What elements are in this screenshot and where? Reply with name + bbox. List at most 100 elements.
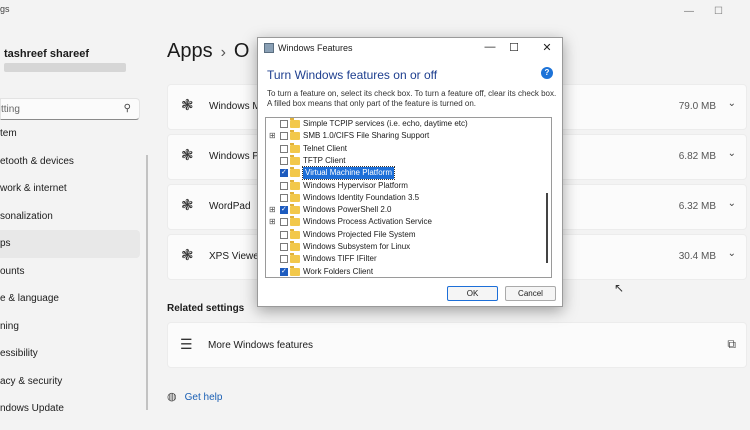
feature-size: 6.82 MB	[678, 151, 716, 162]
checkbox[interactable]	[280, 156, 288, 165]
tree-item-label: Windows PowerShell 2.0	[303, 205, 392, 215]
checkbox[interactable]	[280, 167, 288, 179]
windows-features-dialog: Windows Features — ☐ ✕ Turn Windows feat…	[257, 37, 563, 307]
folder-icon	[290, 253, 300, 264]
tree-scrollbar[interactable]	[546, 193, 548, 263]
sidebar-item-accounts[interactable]: ounts	[0, 258, 140, 286]
folder-icon	[290, 118, 300, 128]
tree-item-label: Telnet Client	[303, 143, 348, 153]
dialog-titlebar[interactable]: Windows Features — ☐ ✕	[258, 38, 562, 60]
close-icon[interactable]: ✕	[537, 41, 557, 54]
chevron-down-icon[interactable]: ⌄	[728, 198, 736, 209]
checkbox[interactable]	[280, 204, 288, 216]
minimize-icon[interactable]: —	[480, 41, 500, 53]
tree-item[interactable]: ⊞ Windows PowerShell 2.0	[266, 204, 541, 216]
tree-item[interactable]: Windows Hypervisor Platform	[266, 179, 541, 192]
sidebar-item-time-language[interactable]: e & language	[0, 285, 140, 313]
breadcrumb: Apps › O	[167, 40, 249, 63]
tree-item[interactable]: Simple TCPIP services (i.e. echo, daytim…	[266, 118, 541, 130]
chevron-down-icon[interactable]: ⌄	[728, 248, 736, 259]
expand-icon[interactable]: ⊞	[269, 130, 277, 142]
checkbox[interactable]	[280, 218, 288, 227]
folder-icon	[290, 204, 300, 215]
tree-item[interactable]: Telnet Client	[266, 142, 541, 155]
checkbox[interactable]	[280, 120, 288, 128]
related-settings-heading: Related settings	[167, 303, 245, 314]
feature-name: Windows M	[209, 101, 261, 112]
puzzle-icon: ❃	[181, 147, 194, 164]
folder-icon	[290, 216, 300, 227]
tree-item-label: Virtual Machine Platform	[302, 166, 395, 181]
more-windows-features-button[interactable]: ☰ More Windows features ⧉	[167, 322, 747, 368]
tree-item[interactable]: TFTP Client	[266, 154, 541, 167]
tree-item[interactable]: Windows Subsystem for Linux	[266, 241, 541, 253]
sidebar-item-network[interactable]: work & internet	[0, 175, 140, 203]
external-link-icon: ⧉	[727, 337, 736, 351]
expand-icon[interactable]: ⊞	[269, 204, 277, 216]
user-email-redacted	[4, 63, 126, 72]
checkbox[interactable]	[280, 181, 288, 190]
folder-icon	[290, 142, 300, 153]
tree-item[interactable]: ⊞ SMB 1.0/CIFS File Sharing Support	[266, 130, 541, 142]
more-windows-features-label: More Windows features	[208, 340, 314, 351]
checkbox[interactable]	[280, 255, 288, 264]
sidebar-item-personalization[interactable]: sonalization	[0, 203, 140, 231]
get-help-label: Get help	[184, 392, 223, 403]
tree-item-label: Windows Subsystem for Linux	[303, 242, 411, 251]
settings-search[interactable]: tting ⚲	[0, 98, 140, 120]
tree-item[interactable]: Virtual Machine Platform	[266, 166, 541, 181]
sidebar-item-system[interactable]: tem	[0, 120, 140, 148]
chevron-down-icon[interactable]: ⌄	[728, 148, 736, 159]
dialog-description: To turn a feature on, select its check b…	[267, 89, 557, 108]
tree-item-label: Windows Identity Foundation 3.5	[303, 192, 420, 202]
sidebar-nav: tem etooth & devices work & internet son…	[0, 120, 140, 423]
tree-item-label: Simple TCPIP services (i.e. echo, daytim…	[303, 119, 468, 128]
search-placeholder: tting	[1, 104, 20, 115]
dialog-title: Windows Features	[278, 43, 353, 53]
sidebar-item-bluetooth[interactable]: etooth & devices	[0, 148, 140, 176]
folder-icon	[290, 228, 300, 239]
sidebar-item-accessibility[interactable]: essibility	[0, 340, 140, 368]
breadcrumb-apps[interactable]: Apps	[167, 40, 213, 62]
sidebar-item-gaming[interactable]: ning	[0, 313, 140, 341]
puzzle-icon: ❃	[181, 97, 194, 114]
tree-item-label: Windows TIFF IFilter	[303, 254, 377, 264]
folder-icon	[290, 191, 300, 202]
list-icon: ☰	[180, 336, 193, 352]
window-title: gs	[0, 4, 10, 14]
maximize-icon[interactable]: ☐	[504, 41, 524, 54]
checkbox[interactable]	[280, 193, 288, 202]
checkbox[interactable]	[280, 132, 288, 141]
breadcrumb-separator-icon: ›	[220, 44, 226, 61]
checkbox[interactable]	[280, 144, 288, 153]
checkbox[interactable]	[280, 243, 288, 251]
get-help-link[interactable]: ◍ Get help	[167, 390, 222, 403]
sidebar-item-apps[interactable]: ps	[0, 230, 140, 258]
folder-icon	[290, 130, 300, 141]
tree-item[interactable]: Windows TIFF IFilter	[266, 253, 541, 265]
sidebar-item-privacy[interactable]: acy & security	[0, 368, 140, 396]
sidebar-item-windows-update[interactable]: ndows Update	[0, 395, 140, 423]
ok-button[interactable]: OK	[447, 286, 498, 301]
help-icon: ◍	[167, 391, 177, 403]
tree-item[interactable]: Work Folders Client	[266, 265, 541, 277]
puzzle-icon: ❃	[181, 247, 194, 264]
tree-item[interactable]: Windows Projected File System	[266, 228, 541, 241]
chevron-down-icon[interactable]: ⌄	[728, 98, 736, 109]
user-name: tashreef shareef	[4, 48, 89, 60]
sidebar-scrollbar[interactable]	[146, 155, 148, 410]
minimize-icon[interactable]: —	[684, 6, 694, 17]
folder-icon	[290, 154, 300, 165]
tree-item[interactable]: ⊞ Windows Process Activation Service	[266, 216, 541, 228]
help-icon[interactable]: ?	[541, 67, 553, 79]
checkbox[interactable]	[280, 230, 288, 239]
puzzle-icon: ❃	[181, 197, 194, 214]
folder-icon	[290, 167, 300, 178]
tree-item-label: SMB 1.0/CIFS File Sharing Support	[303, 131, 430, 141]
tree-item[interactable]: Windows Identity Foundation 3.5	[266, 191, 541, 204]
maximize-icon[interactable]: ☐	[714, 6, 723, 17]
checkbox[interactable]	[280, 266, 288, 277]
cancel-button[interactable]: Cancel	[505, 286, 556, 301]
tree-item-label: Windows Process Activation Service	[303, 217, 432, 227]
expand-icon[interactable]: ⊞	[269, 216, 277, 228]
